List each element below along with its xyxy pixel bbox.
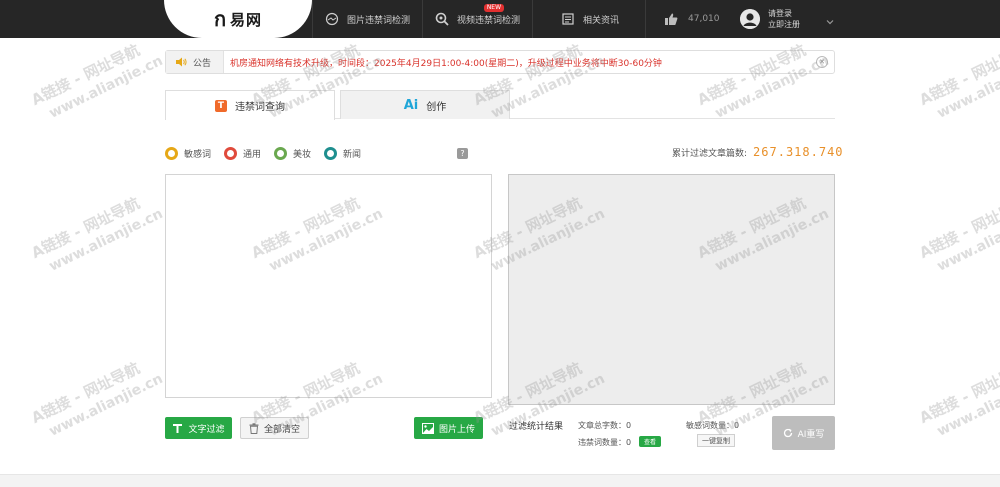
radio-icon <box>274 147 288 160</box>
radio-sensitive[interactable]: 敏感词 <box>165 147 211 160</box>
watermark: A链接 - 网址导航 www.alianjie.cn <box>28 41 166 122</box>
logo-mark: ก <box>213 7 227 31</box>
radio-label: 新闻 <box>343 150 362 160</box>
text-t-icon: T <box>215 99 227 112</box>
top-navbar: ก 易网 图片违禁词检测 视频违禁词检测 NEW 相关资讯 47,010 请登录… <box>0 0 1000 38</box>
watermark: A链接 - 网址导航 www.alianjie.cn <box>916 194 1000 275</box>
watermark: A链接 - 网址导航 www.alianjie.cn <box>28 359 166 440</box>
avatar <box>740 9 760 29</box>
watermark: A链接 - 网址导航 www.alianjie.cn <box>916 41 1000 122</box>
chevron-down-icon[interactable] <box>826 15 834 25</box>
announcement-label-box: 公告 <box>166 51 224 73</box>
image-scan-icon <box>325 12 339 26</box>
filter-stats-title: 过滤统计结果 <box>509 422 564 432</box>
nav-divider <box>645 0 647 38</box>
total-filtered-counter: 累计过滤文章篇数: 267.318.740 <box>672 145 844 159</box>
register-link[interactable]: 立即注册 <box>768 19 800 30</box>
text-t-icon <box>172 423 183 434</box>
tab-banned-word-query[interactable]: T 违禁词查询 <box>165 90 335 120</box>
text-filter-label: 文字过滤 <box>188 424 225 435</box>
search-icon <box>435 12 449 26</box>
user-login-area[interactable]: 请登录 立即注册 <box>740 0 800 38</box>
tab-create[interactable]: Ai 创作 <box>340 90 510 119</box>
radio-beauty[interactable]: 美妆 <box>274 147 311 160</box>
radio-icon <box>324 147 338 160</box>
nav-news-label: 相关资讯 <box>583 15 620 26</box>
footer-band <box>0 474 1000 487</box>
new-badge: NEW <box>483 4 505 12</box>
speaker-icon <box>176 57 187 67</box>
image-icon <box>421 422 434 434</box>
user-links: 请登录 立即注册 <box>768 8 800 30</box>
total-value: 267.318.740 <box>753 145 844 159</box>
total-chars-stat: 文章总字数：0 <box>578 421 632 430</box>
image-upload-button[interactable]: 图片上传 <box>414 417 483 439</box>
tab-label: 创作 <box>426 101 447 113</box>
trash-icon <box>249 422 259 434</box>
copy-all-button[interactable]: 一键复制 <box>697 434 735 447</box>
category-radio-group: 敏感词 通用 美妆 新闻 <box>165 147 374 160</box>
refresh-icon <box>783 428 793 438</box>
clear-all-label: 全部清空 <box>263 424 300 435</box>
like-count: 47,010 <box>688 14 720 24</box>
announcement-label: 公告 <box>193 58 212 69</box>
nav-news[interactable]: 相关资讯 <box>532 0 645 38</box>
tab-label: 违禁词查询 <box>235 102 285 113</box>
nav-image-check[interactable]: 图片违禁词检测 <box>312 0 422 38</box>
logo-text: 易网 <box>230 10 263 29</box>
input-textarea[interactable] <box>165 174 492 398</box>
site-logo[interactable]: ก 易网 <box>164 0 312 38</box>
image-upload-label: 图片上传 <box>438 424 475 435</box>
announcement-bar: 公告 机房通知网络有技术升级，时间段：2025年4月29日1:00-4:00(星… <box>165 50 835 74</box>
total-label: 累计过滤文章篇数: <box>672 149 748 159</box>
radio-label: 敏感词 <box>184 150 212 160</box>
radio-icon <box>224 147 238 160</box>
clear-all-button[interactable]: 全部清空 <box>240 417 309 439</box>
nav-video-check[interactable]: 视频违禁词检测 NEW <box>422 0 532 38</box>
nav-image-check-label: 图片违禁词检测 <box>347 15 411 26</box>
thumbs-up-icon <box>664 12 678 26</box>
text-filter-button[interactable]: 文字过滤 <box>165 417 232 439</box>
main-nav: 图片违禁词检测 视频违禁词检测 NEW 相关资讯 <box>312 0 647 38</box>
tab-bar: T 违禁词查询 Ai 创作 <box>165 90 835 120</box>
radio-news[interactable]: 新闻 <box>324 147 361 160</box>
nav-video-check-label: 视频违禁词检测 <box>457 15 521 26</box>
like-counter[interactable]: 47,010 <box>664 0 720 38</box>
watermark: A链接 - 网址导航 www.alianjie.cn <box>916 359 1000 440</box>
view-button[interactable]: 查看 <box>639 436 661 447</box>
ai-rewrite-button[interactable]: AI重写 <box>772 416 835 450</box>
announcement-text: 机房通知网络有技术升级，时间段：2025年4月29日1:00-4:00(星期二)… <box>230 58 662 69</box>
radio-general[interactable]: 通用 <box>224 147 261 160</box>
login-link[interactable]: 请登录 <box>768 8 800 19</box>
radio-icon <box>165 147 178 160</box>
radio-label: 美妆 <box>293 150 312 160</box>
radio-label: 通用 <box>243 150 262 160</box>
sensitive-count-stat: 敏感词数量：0 <box>686 421 740 430</box>
help-icon[interactable]: ? <box>457 148 468 159</box>
news-icon <box>561 12 575 26</box>
ai-rewrite-label: AI重写 <box>797 429 825 440</box>
close-icon[interactable]: ✕ <box>816 56 828 68</box>
result-panel <box>508 174 835 405</box>
ai-icon: Ai <box>403 97 419 113</box>
watermark: A链接 - 网址导航 www.alianjie.cn <box>28 194 166 275</box>
banned-count-stat: 违禁词数量：0 <box>578 438 632 447</box>
